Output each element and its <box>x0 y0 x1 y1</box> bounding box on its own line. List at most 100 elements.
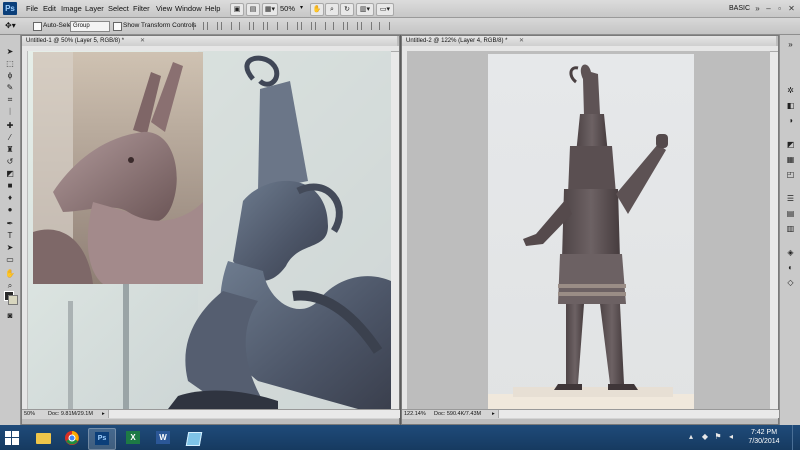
menu-select[interactable]: Select <box>108 3 129 14</box>
document-2-close-icon[interactable]: ✕ <box>519 36 524 46</box>
channels-panel-icon[interactable]: ◐ <box>785 262 796 273</box>
taskbar-word-icon[interactable]: W <box>150 428 176 448</box>
path-selection-tool-icon[interactable]: ➤ <box>5 243 15 253</box>
dodge-tool-icon[interactable]: ● <box>5 205 15 215</box>
status-doc-info-2[interactable]: Doc: 590.4K/7.43M <box>434 410 481 419</box>
status-zoom-1[interactable]: 50% <box>24 410 35 419</box>
vertical-scrollbar-2[interactable] <box>770 51 778 410</box>
workspace-switcher[interactable]: BASIC <box>729 3 750 14</box>
lasso-tool-icon[interactable]: ϕ <box>5 71 15 81</box>
zoom-level[interactable]: 50% <box>280 3 295 14</box>
status-zoom-2[interactable]: 122.14% <box>404 410 426 419</box>
taskbar-chrome-icon[interactable] <box>59 428 85 448</box>
masks-panel-icon[interactable]: ◧ <box>785 100 796 111</box>
menu-help[interactable]: Help <box>205 3 220 14</box>
tray-app-icon[interactable]: ◆ <box>700 432 710 442</box>
menu-file[interactable]: File <box>26 3 38 14</box>
collapse-panels-icon[interactable]: » <box>785 39 796 50</box>
close-icon[interactable]: ✕ <box>786 3 797 14</box>
crop-tool-icon[interactable]: ⌗ <box>5 95 15 105</box>
status-arrow-icon-2[interactable]: ▸ <box>492 410 495 419</box>
status-arrow-icon-1[interactable]: ▸ <box>102 410 105 419</box>
minimize-icon[interactable]: – <box>763 3 774 14</box>
horizontal-scrollbar-1[interactable] <box>108 410 400 418</box>
distribute-right-icon[interactable] <box>361 22 372 30</box>
status-doc-info-1[interactable]: Doc: 9.81M/29.1M <box>48 410 93 419</box>
workspace-more-icon[interactable]: » <box>752 3 763 14</box>
align-top-icon[interactable] <box>193 22 204 30</box>
background-color-swatch[interactable] <box>8 295 18 305</box>
auto-select-checkbox[interactable] <box>33 22 42 31</box>
menu-view[interactable]: View <box>156 3 172 14</box>
restore-icon[interactable]: ▫ <box>774 3 785 14</box>
clock-date[interactable]: 7/30/2014 <box>744 438 784 445</box>
distribute-center-icon[interactable] <box>347 22 358 30</box>
vertical-scrollbar-1[interactable] <box>391 51 399 410</box>
bridge-button[interactable]: ▣ <box>230 3 244 16</box>
zoom-tool-panel-icon[interactable]: ⌕ <box>5 281 15 291</box>
menu-layer[interactable]: Layer <box>85 3 104 14</box>
document-1-close-icon[interactable]: ✕ <box>140 36 145 46</box>
quick-select-tool-icon[interactable]: ✎ <box>5 83 15 93</box>
auto-select-dropdown[interactable]: Group <box>70 21 110 32</box>
taskbar-photoshop-icon[interactable]: Ps <box>88 428 116 450</box>
align-bottom-icon[interactable] <box>221 22 232 30</box>
minibridge-button[interactable]: ▤ <box>246 3 260 16</box>
type-tool-icon[interactable]: T <box>5 231 15 241</box>
color-panel-icon[interactable]: ◑ <box>785 115 796 126</box>
clock-time[interactable]: 7:42 PM <box>744 429 784 436</box>
menu-filter[interactable]: Filter <box>133 3 150 14</box>
eyedropper-tool-icon[interactable]: ᛁ <box>5 107 15 117</box>
hand-tool-panel-icon[interactable]: ✋ <box>5 269 15 279</box>
align-left-icon[interactable] <box>239 22 250 30</box>
taskbar-app-icon[interactable] <box>180 428 206 448</box>
styles-panel-icon[interactable]: ◩ <box>785 139 796 150</box>
gradient-tool-icon[interactable]: ■ <box>5 181 15 191</box>
menu-edit[interactable]: Edit <box>43 3 56 14</box>
adjustments-panel-icon[interactable]: ✲ <box>785 85 796 96</box>
eraser-tool-icon[interactable]: ◩ <box>5 169 15 179</box>
brush-panel-icon[interactable]: ▤ <box>785 208 796 219</box>
document-window-1[interactable]: Untitled-1 @ 50% (Layer 5, RGB/8) * ✕ 50… <box>21 35 400 425</box>
align-middle-icon[interactable] <box>207 22 218 30</box>
menu-window[interactable]: Window <box>175 3 202 14</box>
zoom-dropdown-icon[interactable]: ▾ <box>300 3 303 14</box>
history-panel-icon[interactable]: ☰ <box>785 193 796 204</box>
quick-mask-icon[interactable]: ◙ <box>5 311 15 321</box>
blur-tool-icon[interactable]: ♦ <box>5 193 15 203</box>
canvas-2[interactable] <box>488 54 694 409</box>
align-right-icon[interactable] <box>267 22 278 30</box>
taskbar-file-explorer-icon[interactable] <box>30 428 56 448</box>
distribute-left-icon[interactable] <box>333 22 344 30</box>
clone-stamp-tool-icon[interactable]: ♜ <box>5 145 15 155</box>
healing-brush-tool-icon[interactable]: ✚ <box>5 121 15 131</box>
distribute-bottom-icon[interactable] <box>315 22 326 30</box>
document-window-2[interactable]: Untitled-2 @ 122% (Layer 4, RGB/8) * ✕ 1… <box>401 35 779 425</box>
align-center-icon[interactable] <box>253 22 264 30</box>
show-desktop-button[interactable] <box>792 425 800 450</box>
marquee-tool-icon[interactable]: ⬚ <box>5 59 15 69</box>
windows-start-icon[interactable] <box>5 431 19 445</box>
shape-tool-icon[interactable]: ▭ <box>5 255 15 265</box>
tray-chevron-icon[interactable]: ▴ <box>686 432 696 442</box>
clone-source-panel-icon[interactable]: ▥ <box>785 223 796 234</box>
taskbar-excel-icon[interactable]: X <box>120 428 146 448</box>
distribute-top-icon[interactable] <box>287 22 298 30</box>
hand-tool-icon[interactable]: ✋ <box>310 3 324 16</box>
view-extras-button[interactable]: ▦▾ <box>262 3 278 16</box>
pen-tool-icon[interactable]: ✒ <box>5 219 15 229</box>
history-brush-tool-icon[interactable]: ↺ <box>5 157 15 167</box>
menu-image[interactable]: Image <box>61 3 82 14</box>
tray-volume-icon[interactable]: ◂ <box>726 432 736 442</box>
navigator-panel-icon[interactable]: ◰ <box>785 169 796 180</box>
layers-panel-icon[interactable]: ◈ <box>785 247 796 258</box>
auto-align-icon[interactable] <box>379 22 390 30</box>
paths-panel-icon[interactable]: ◇ <box>785 277 796 288</box>
move-tool-preset-icon[interactable]: ✥▾ <box>5 21 16 31</box>
tray-flag-icon[interactable]: ⚑ <box>713 432 723 442</box>
show-transform-checkbox[interactable] <box>113 22 122 31</box>
move-tool-icon[interactable]: ➤ <box>5 47 15 57</box>
horizontal-scrollbar-2[interactable] <box>498 410 779 418</box>
swatches-panel-icon[interactable]: ▦ <box>785 154 796 165</box>
distribute-middle-icon[interactable] <box>301 22 312 30</box>
